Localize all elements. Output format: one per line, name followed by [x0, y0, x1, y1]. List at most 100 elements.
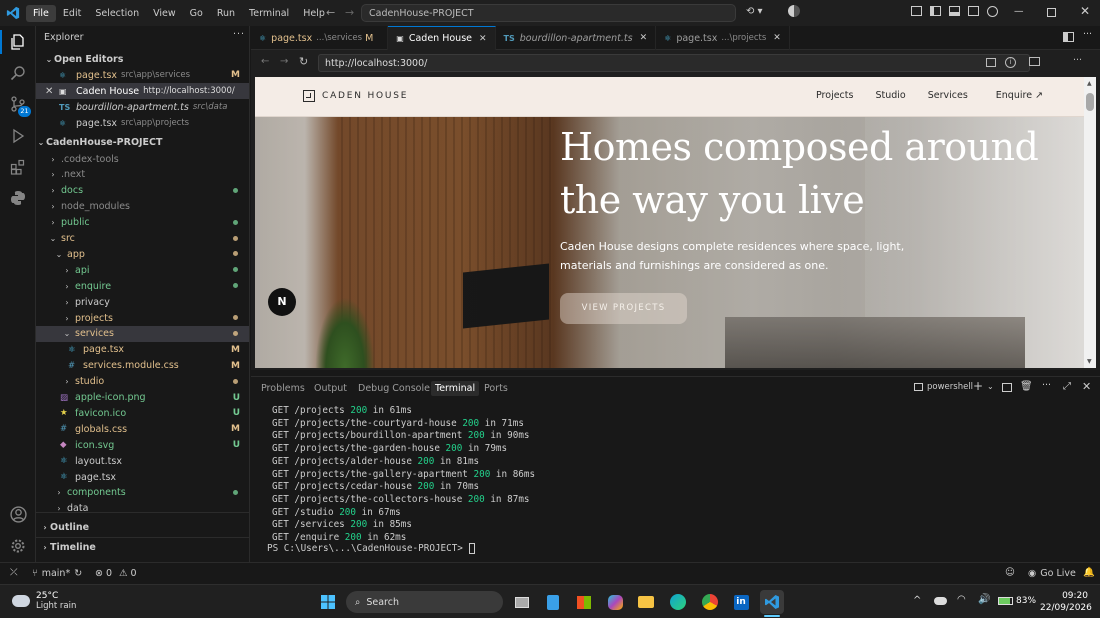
menu-run[interactable]: Run: [210, 5, 242, 22]
tree-folder[interactable]: › .next: [36, 167, 249, 183]
nav-enquire-link[interactable]: Enquire ↗: [996, 90, 1043, 101]
explorer-icon[interactable]: [9, 33, 27, 51]
timeline-section[interactable]: › Timeline: [36, 539, 249, 555]
browser-copy-icon[interactable]: [986, 58, 996, 67]
open-editors-header[interactable]: ⌄ Open Editors: [36, 51, 249, 67]
browser-info-icon[interactable]: i: [1005, 57, 1016, 68]
file-explorer-icon[interactable]: [634, 590, 658, 614]
tree-folder[interactable]: › privacy: [36, 294, 249, 310]
tree-file[interactable]: ★ favicon.ico U: [36, 405, 249, 421]
command-center-search[interactable]: CadenHouse-PROJECT: [361, 4, 736, 22]
nav-studio-link[interactable]: Studio: [875, 90, 905, 101]
notifications-bell-icon[interactable]: 🔔: [1083, 567, 1095, 578]
browser-more-icon[interactable]: ···: [1073, 55, 1082, 66]
tab-close-icon[interactable]: ✕: [640, 33, 648, 43]
maximize-button[interactable]: [1047, 8, 1056, 17]
open-editor-item[interactable]: TS bourdillon-apartment.ts src\data: [36, 99, 249, 115]
site-logo-icon[interactable]: [303, 90, 315, 102]
tree-folder[interactable]: ⌄ src: [36, 231, 249, 247]
task-view-icon[interactable]: [510, 590, 534, 614]
browser-back-icon[interactable]: ←: [261, 56, 269, 67]
toggle-secondary-sidebar-icon[interactable]: [968, 6, 979, 16]
view-projects-button[interactable]: VIEW PROJECTS: [560, 293, 687, 324]
vscode-taskbar-icon[interactable]: [760, 590, 784, 614]
close-editor-icon[interactable]: ✕: [45, 86, 59, 97]
volume-icon[interactable]: 🔊: [978, 594, 990, 605]
tree-folder[interactable]: ⌄ services: [36, 325, 249, 342]
menu-view[interactable]: View: [146, 5, 183, 22]
nav-back-icon[interactable]: ←: [326, 6, 335, 19]
microsoft-store-icon[interactable]: [572, 590, 596, 614]
tree-file[interactable]: # globals.css M: [36, 421, 249, 437]
menu-go[interactable]: Go: [183, 5, 210, 22]
copilot-app-icon[interactable]: [603, 590, 627, 614]
browser-url-input[interactable]: http://localhost:3000/: [318, 54, 1030, 72]
outline-section[interactable]: › Outline: [36, 519, 249, 535]
nav-forward-icon[interactable]: →: [345, 6, 354, 19]
panel-tab-terminal[interactable]: Terminal: [431, 381, 480, 396]
editor-tab[interactable]: ⚛ page.tsx ...\services M: [251, 26, 389, 50]
editor-tab[interactable]: ⚛ page.tsx ...\projects ✕: [656, 26, 790, 50]
notepad-icon[interactable]: [541, 590, 565, 614]
tab-close-icon[interactable]: ✕: [479, 34, 487, 44]
panel-tab-debug-console[interactable]: Debug Console: [354, 381, 434, 396]
taskbar-search-box[interactable]: ⌕ Search: [346, 591, 503, 613]
tree-folder[interactable]: › api: [36, 262, 249, 278]
nav-services-link[interactable]: Services: [928, 90, 968, 101]
tree-file[interactable]: ▨ apple-icon.png U: [36, 390, 249, 406]
edge-browser-icon[interactable]: [666, 590, 690, 614]
close-panel-icon[interactable]: ✕: [1082, 380, 1091, 393]
editor-tab[interactable]: TS bourdillon-apartment.ts ✕: [496, 26, 657, 50]
tree-folder[interactable]: › node_modules: [36, 199, 249, 215]
python-icon[interactable]: [9, 189, 27, 207]
onedrive-icon[interactable]: [934, 597, 947, 605]
tree-folder[interactable]: › studio: [36, 374, 249, 390]
panel-tab-ports[interactable]: Ports: [480, 381, 512, 396]
copilot-icon[interactable]: ⟲ ▾: [746, 6, 763, 17]
linkedin-icon[interactable]: in: [729, 590, 753, 614]
browser-open-external-icon[interactable]: [1029, 57, 1040, 66]
tree-folder[interactable]: › components: [36, 485, 249, 501]
tree-file[interactable]: ⚛ page.tsx: [36, 469, 249, 485]
weather-widget[interactable]: 25°C Light rain: [12, 591, 76, 611]
menu-terminal[interactable]: Terminal: [242, 5, 296, 22]
panel-tab-output[interactable]: Output: [310, 381, 351, 396]
tree-folder[interactable]: › public: [36, 215, 249, 231]
panel-more-icon[interactable]: ···: [1042, 380, 1051, 391]
tree-folder[interactable]: › projects: [36, 310, 249, 326]
layout-toggle-icons[interactable]: [911, 6, 998, 17]
wifi-icon[interactable]: ◠: [957, 594, 966, 605]
tree-folder[interactable]: › docs: [36, 183, 249, 199]
extensions-icon[interactable]: [9, 158, 27, 176]
tab-close-icon[interactable]: ✕: [773, 33, 781, 43]
vscode-logo-icon[interactable]: [0, 6, 26, 20]
maximize-panel-icon[interactable]: ⤢: [1063, 381, 1071, 392]
toggle-panel-icon[interactable]: [949, 6, 960, 16]
tree-folder[interactable]: › .codex-tools: [36, 151, 249, 167]
split-editor-icon[interactable]: [1063, 32, 1074, 42]
new-terminal-icon[interactable]: +: [973, 379, 983, 393]
search-icon[interactable]: [9, 64, 27, 82]
terminal-profile[interactable]: powershell: [914, 382, 973, 392]
chrome-browser-icon[interactable]: [698, 590, 722, 614]
panel-tab-problems[interactable]: Problems: [257, 381, 309, 396]
copilot-status-icon[interactable]: ☺: [1005, 567, 1015, 578]
globe-icon[interactable]: [987, 6, 998, 17]
kill-terminal-icon[interactable]: 🗑: [1020, 381, 1033, 392]
terminal-dropdown-icon[interactable]: ⌄: [987, 382, 994, 391]
open-editor-item[interactable]: ⚛ page.tsx src\app\projects: [36, 115, 249, 131]
nav-projects-link[interactable]: Projects: [816, 90, 853, 101]
menu-edit[interactable]: Edit: [56, 5, 88, 22]
close-window-button[interactable]: ✕: [1080, 4, 1090, 18]
tree-folder[interactable]: › enquire: [36, 278, 249, 294]
tree-file[interactable]: ⚛ layout.tsx: [36, 453, 249, 469]
toggle-sidebar-icon[interactable]: [930, 6, 941, 16]
problems-indicator[interactable]: ⊗ 0 ⚠ 0: [95, 568, 137, 579]
battery-indicator[interactable]: 83%: [998, 596, 1036, 606]
open-editor-item[interactable]: ⚛ page.tsx src\app\services M: [36, 67, 249, 83]
next-dev-badge[interactable]: N: [268, 288, 296, 316]
settings-gear-icon[interactable]: [9, 537, 27, 555]
browser-forward-icon[interactable]: →: [280, 56, 288, 67]
terminal-prompt[interactable]: PS C:\Users\...\CadenHouse-PROJECT>: [267, 543, 475, 554]
tree-folder[interactable]: ⌄ app: [36, 246, 249, 262]
